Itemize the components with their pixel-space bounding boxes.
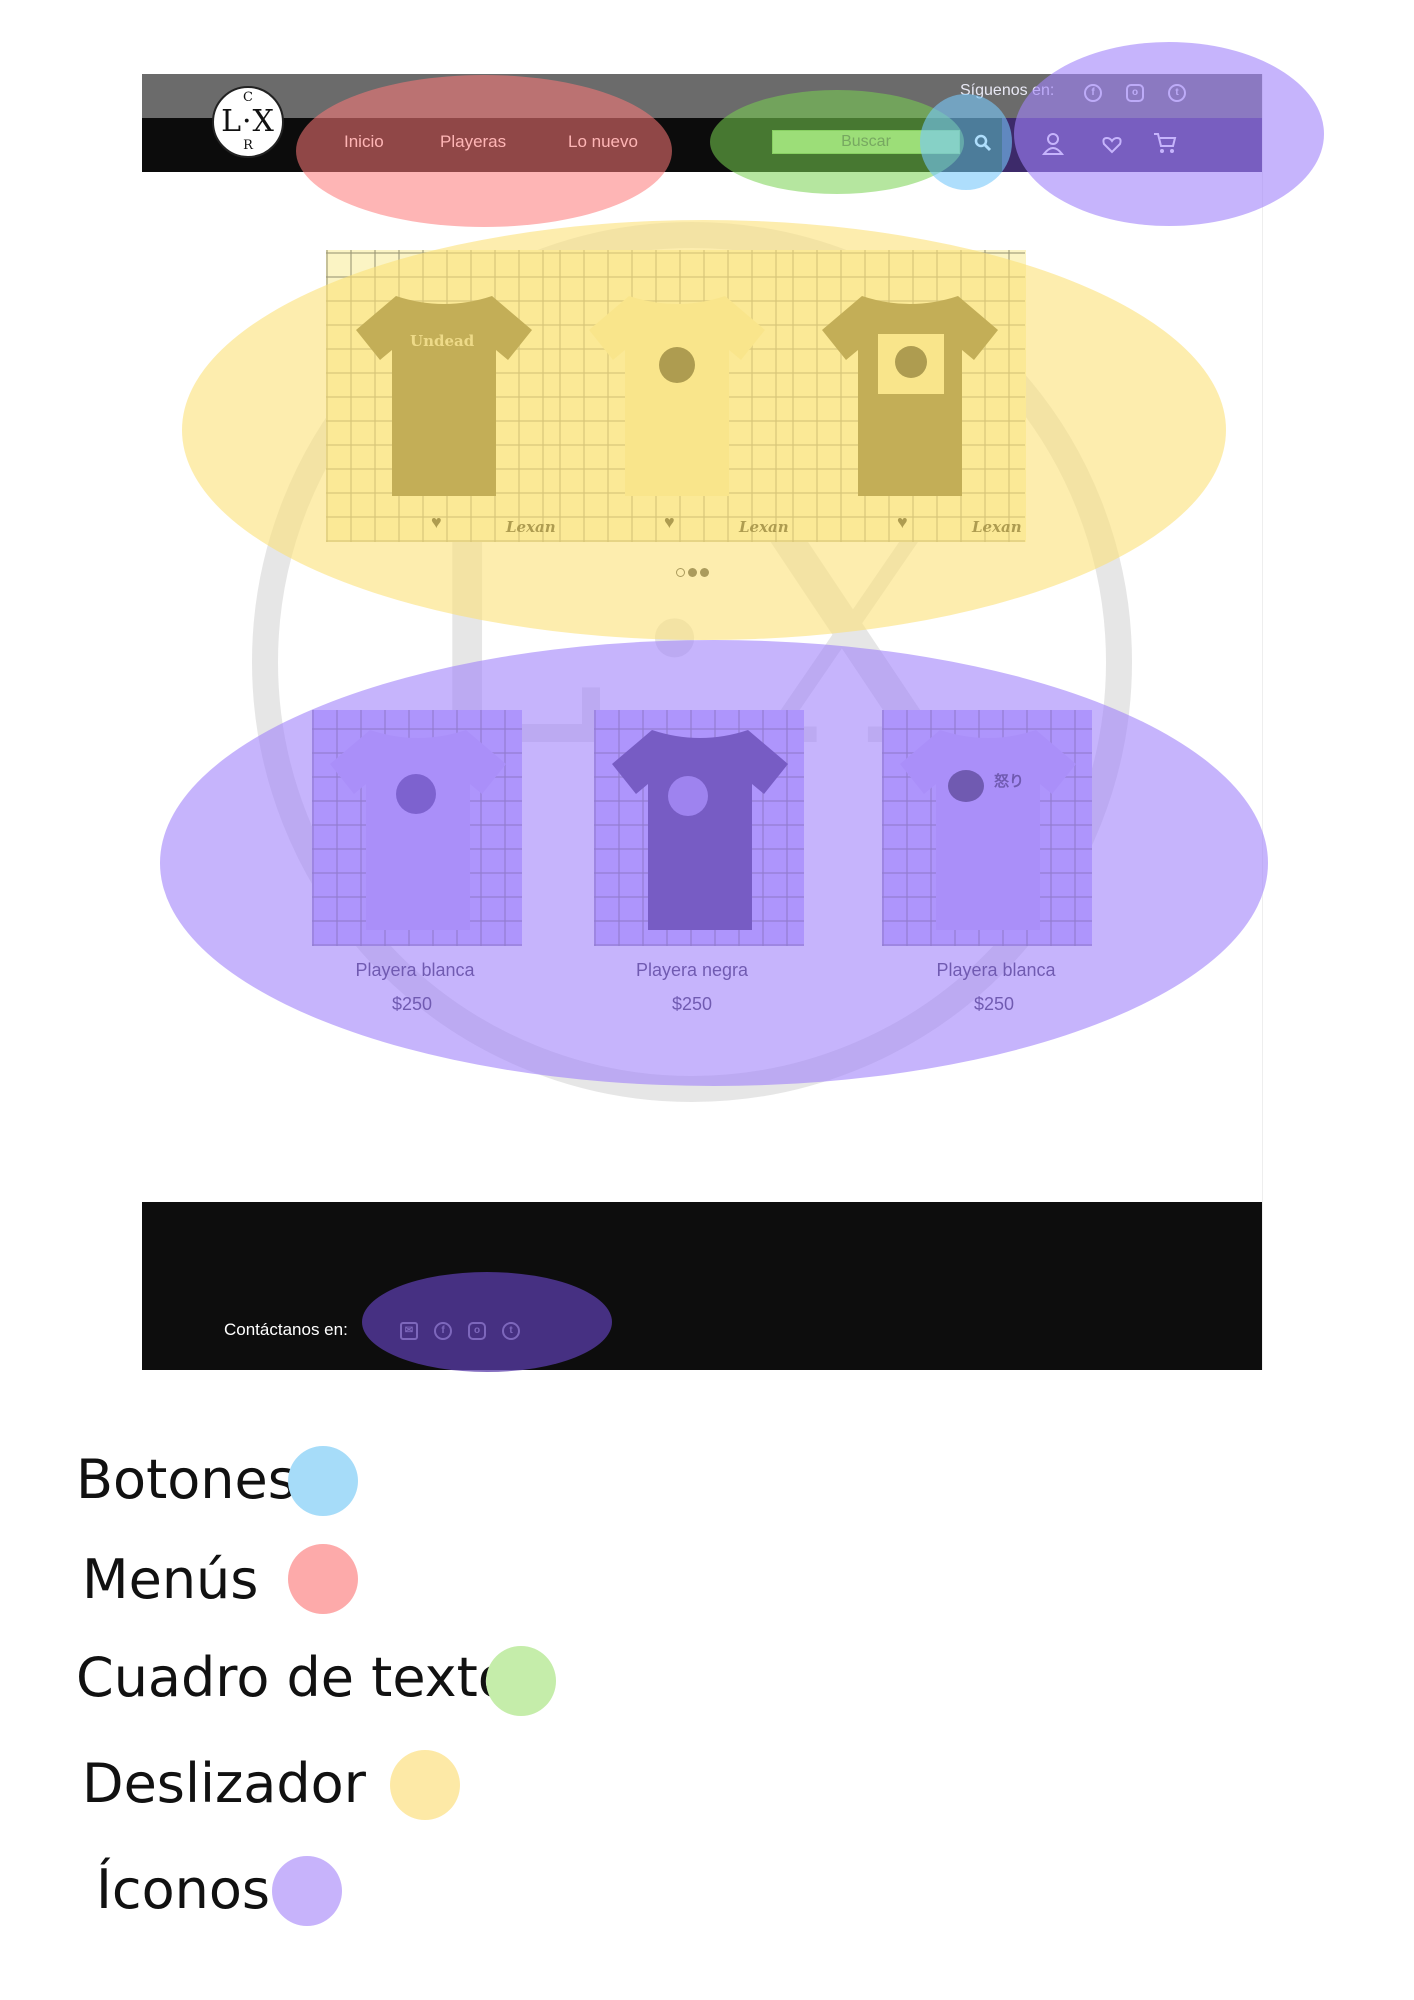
product-price: $250 bbox=[671, 994, 713, 1014]
shirt-print-text: Undead bbox=[410, 332, 475, 350]
product-card[interactable]: 怒り bbox=[882, 710, 1092, 946]
heart-icon: ♥ bbox=[897, 512, 908, 532]
image-slider[interactable]: Undead ♥ Lexan ♥ Lexan ♥ Lexan bbox=[326, 250, 1026, 542]
instagram-icon[interactable]: o bbox=[468, 1322, 486, 1340]
tshirt-image bbox=[900, 730, 1076, 930]
instagram-icon[interactable]: o bbox=[1126, 84, 1144, 102]
heart-icon: ♥ bbox=[664, 512, 675, 532]
legend-swatch bbox=[288, 1446, 358, 1516]
search-icon bbox=[974, 134, 992, 152]
mail-icon[interactable]: ✉ bbox=[400, 1322, 418, 1340]
contact-label: Contáctanos en: bbox=[224, 1320, 348, 1339]
legend-swatch bbox=[486, 1646, 556, 1716]
product-name: Playera negra bbox=[635, 960, 749, 980]
slider-dots[interactable] bbox=[676, 564, 726, 577]
heart-icon[interactable] bbox=[1102, 136, 1122, 159]
shirt-print-text: 怒り bbox=[994, 772, 1025, 790]
follow-label: Síguenos en: bbox=[960, 82, 1055, 99]
search-button[interactable] bbox=[972, 132, 996, 156]
tshirt-image bbox=[589, 296, 765, 496]
legend-label-iconos: Íconos bbox=[96, 1858, 271, 1921]
brand-logo: Lexan bbox=[972, 518, 1022, 536]
legend-swatch bbox=[288, 1544, 358, 1614]
slider-dot[interactable] bbox=[676, 568, 685, 577]
facebook-icon[interactable]: f bbox=[1084, 84, 1102, 102]
product-price: $250 bbox=[391, 994, 433, 1014]
tshirt-image bbox=[612, 730, 788, 930]
menu-item-inicio[interactable]: Inicio bbox=[344, 132, 384, 152]
logo[interactable]: C L·X R bbox=[212, 86, 284, 158]
nav-icons-background bbox=[1002, 118, 1262, 172]
product-price: $250 bbox=[973, 994, 1015, 1014]
site-mockup: L·X C L·X R Inicio Playeras Lo nuevo Síg… bbox=[142, 74, 1263, 1370]
menu-item-lo-nuevo[interactable]: Lo nuevo bbox=[568, 132, 638, 152]
menu-item-playeras[interactable]: Playeras bbox=[440, 132, 506, 152]
search-input[interactable] bbox=[772, 130, 960, 154]
legend-swatch bbox=[272, 1856, 342, 1926]
product-name: Playera blanca bbox=[936, 960, 1056, 980]
legend-label-botones: Botones bbox=[76, 1448, 296, 1511]
slider-dot[interactable] bbox=[700, 568, 709, 577]
legend-label-deslizador: Deslizador bbox=[82, 1752, 366, 1815]
tshirt-image bbox=[356, 296, 532, 496]
legend-label-menus: Menús bbox=[82, 1548, 259, 1611]
product-name: Playera blanca bbox=[355, 960, 475, 980]
slide-2: ♥ Lexan bbox=[559, 250, 792, 542]
slider-dot[interactable] bbox=[688, 568, 697, 577]
footer: Contáctanos en: ✉ f o t bbox=[142, 1202, 1262, 1370]
legend-swatch bbox=[390, 1750, 460, 1820]
user-icon[interactable] bbox=[1041, 132, 1065, 161]
slide-3: ♥ Lexan bbox=[792, 250, 1025, 542]
product-card[interactable] bbox=[312, 710, 522, 946]
slide-1: Undead ♥ Lexan bbox=[326, 250, 559, 542]
brand-logo: Lexan bbox=[739, 518, 789, 536]
legend-label-cuadro-de-texto: Cuadro de texto bbox=[76, 1646, 511, 1709]
brand-logo: Lexan bbox=[506, 518, 556, 536]
facebook-icon[interactable]: f bbox=[434, 1322, 452, 1340]
tshirt-image bbox=[330, 730, 506, 930]
twitter-icon[interactable]: t bbox=[502, 1322, 520, 1340]
twitter-icon[interactable]: t bbox=[1168, 84, 1186, 102]
heart-icon: ♥ bbox=[431, 512, 442, 532]
product-card[interactable] bbox=[594, 710, 804, 946]
tshirt-image bbox=[822, 296, 998, 496]
cart-icon[interactable] bbox=[1152, 130, 1178, 161]
